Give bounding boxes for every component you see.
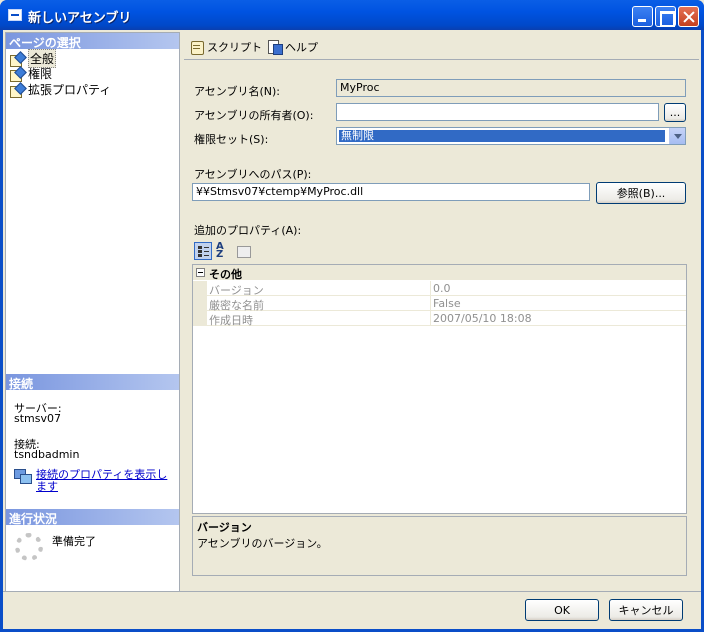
window-title: 新しいアセンブリ: [28, 11, 132, 26]
permission-set-value: 無制限: [339, 130, 665, 142]
ok-button[interactable]: OK: [525, 599, 599, 621]
browse-owner-button[interactable]: ...: [664, 103, 686, 122]
page-icon: [10, 53, 24, 67]
server-value: stmsv07: [14, 412, 61, 425]
connection-properties-link-row: 接続のプロパティを表示します: [14, 469, 174, 493]
permission-set-label: 権限セット(S):: [194, 133, 269, 146]
property-row-strong-name[interactable]: 厳密な名前 False: [193, 296, 686, 312]
page-item-general[interactable]: 全般: [10, 49, 57, 68]
property-name: 作成日時: [209, 314, 253, 327]
minimize-button[interactable]: [632, 6, 653, 27]
page-item-label: 権限: [28, 67, 53, 81]
permission-set-select[interactable]: 無制限: [336, 127, 686, 145]
progress-status: 準備完了: [52, 535, 96, 548]
categorized-view-icon[interactable]: [194, 242, 212, 260]
assembly-name-field[interactable]: MyProc: [336, 79, 686, 97]
property-row-version[interactable]: バージョン 0.0: [193, 281, 686, 297]
description-text: アセンブリのバージョン。: [197, 537, 328, 550]
property-value: False: [433, 297, 461, 310]
help-icon: [268, 40, 283, 55]
pages-header: ページの選択: [6, 33, 179, 50]
path-field[interactable]: ¥¥Stmsv07¥ctemp¥MyProc.dll: [192, 183, 590, 201]
help-label: ヘルプ: [285, 41, 318, 54]
connection-properties-link[interactable]: 接続のプロパティを表示します: [36, 469, 174, 493]
script-label: スクリプト: [207, 41, 262, 54]
property-value: 0.0: [433, 282, 451, 295]
script-icon: [190, 40, 204, 55]
property-category-label: その他: [209, 268, 242, 281]
assembly-name-label: アセンブリ名(N):: [194, 85, 280, 98]
cancel-button[interactable]: キャンセル: [609, 599, 683, 621]
connection-properties-icon: [14, 469, 32, 484]
browse-path-button[interactable]: 参照(B)...: [596, 182, 686, 204]
collapse-icon[interactable]: [196, 268, 205, 277]
additional-properties-label: 追加のプロパティ(A):: [194, 224, 302, 237]
page-item-permissions[interactable]: 権限: [10, 66, 53, 82]
progress-spinner-icon: [15, 533, 43, 561]
property-category-row[interactable]: その他: [193, 265, 686, 281]
maximize-button[interactable]: [655, 6, 676, 27]
property-pages-icon[interactable]: [234, 242, 252, 260]
property-value: 2007/05/10 18:08: [433, 312, 532, 325]
owner-label: アセンブリの所有者(O):: [194, 109, 314, 122]
property-row-created[interactable]: 作成日時 2007/05/10 18:08: [193, 311, 686, 327]
title-bar[interactable]: 新しいアセンブリ: [0, 0, 704, 30]
left-pane: ページの選択 全般 権限 拡張プロパティ 接続 サーバー: stmsv07 接続…: [5, 32, 180, 617]
property-description-panel: バージョン アセンブリのバージョン。: [192, 516, 687, 576]
connection-value: tsndbadmin: [14, 448, 80, 461]
dialog-button-bar: OK キャンセル: [3, 591, 701, 629]
owner-field[interactable]: [336, 103, 659, 121]
dialog-client: ページの選択 全般 権限 拡張プロパティ 接続 サーバー: stmsv07 接続…: [3, 30, 701, 629]
connection-header: 接続: [6, 374, 179, 391]
page-icon: [10, 68, 24, 82]
page-item-label: 拡張プロパティ: [28, 83, 112, 97]
script-button[interactable]: スクリプト ▼: [190, 39, 274, 55]
chevron-down-icon[interactable]: [669, 128, 685, 144]
alphabetical-sort-icon[interactable]: A Z: [214, 242, 232, 260]
window-icon: [8, 9, 22, 21]
page-icon: [10, 84, 24, 98]
path-label: アセンブリへのパス(P):: [194, 168, 312, 181]
progress-header: 進行状況: [6, 509, 179, 526]
description-title: バージョン: [197, 521, 252, 534]
toolbar: スクリプト ▼ ヘルプ: [184, 32, 699, 60]
property-grid[interactable]: その他 バージョン 0.0 厳密な名前 False 作成日時 2007/05/1…: [192, 264, 687, 514]
property-grid-toolbar: A Z: [194, 242, 252, 260]
dialog-window: 新しいアセンブリ ページの選択 全般 権限 拡張プロパティ 接続 サーバー: s…: [0, 0, 704, 632]
close-button[interactable]: [678, 6, 699, 27]
help-button[interactable]: ヘルプ: [268, 39, 318, 55]
page-item-extended-properties[interactable]: 拡張プロパティ: [10, 82, 112, 98]
